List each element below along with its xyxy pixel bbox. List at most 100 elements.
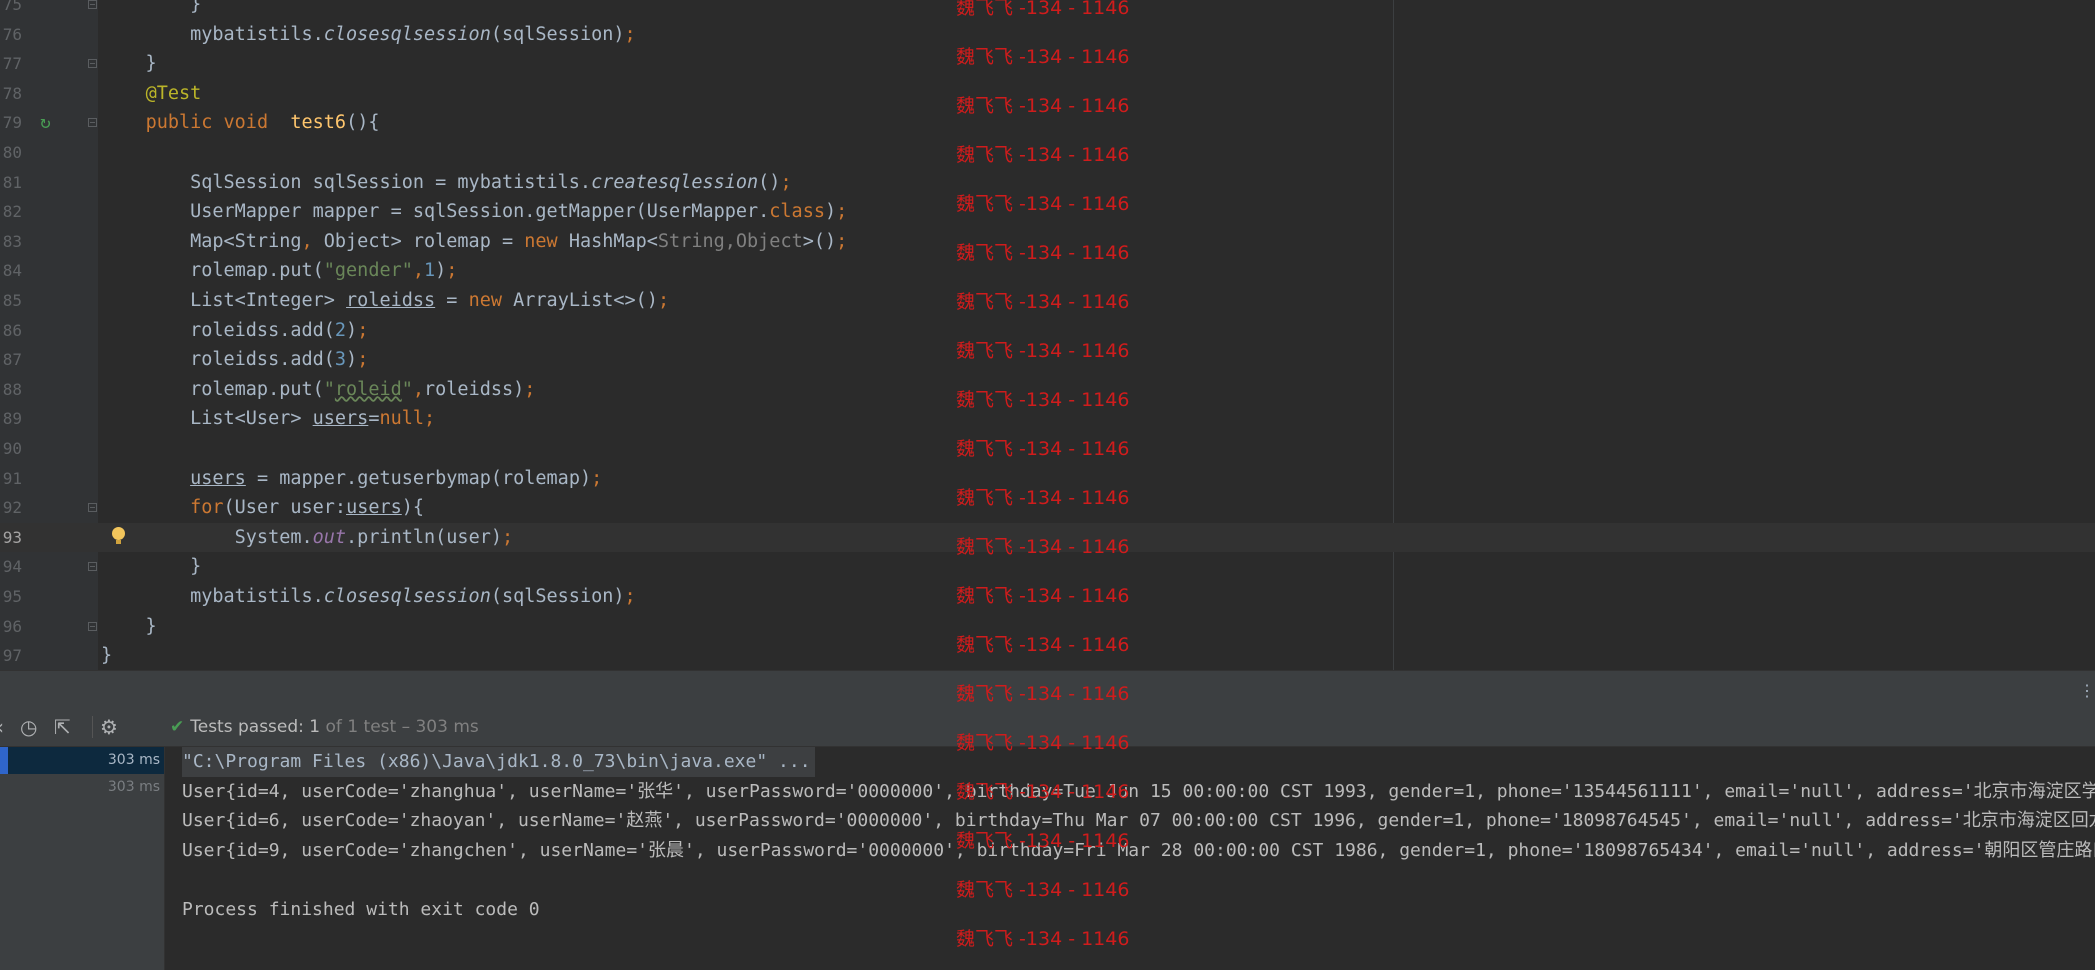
line-number[interactable]: 84 (0, 256, 22, 286)
code-text: mybatistils.closesqlsession(sqlSession); (101, 586, 636, 607)
status-suffix: of 1 test – 303 ms (320, 717, 479, 737)
code-text: } (101, 645, 113, 667)
console-command-line[interactable]: "C:\Program Files (x86)\Java\jdk1.8.0_73… (182, 747, 815, 777)
line-number[interactable]: 82 (0, 197, 22, 227)
code-text: public void test6(){ (145, 112, 380, 134)
line-number[interactable]: 89 (0, 404, 22, 434)
code-line[interactable]: 82 UserMapper mapper = sqlSession.getMap… (0, 197, 2095, 227)
line-number[interactable]: 90 (0, 434, 22, 464)
line-number[interactable]: 77 (0, 49, 22, 79)
console-output[interactable]: "C:\Program Files (x86)\Java\jdk1.8.0_73… (165, 747, 2095, 970)
code-text: } (101, 615, 157, 637)
panel-splitter[interactable]: ⋮ (0, 670, 2095, 709)
line-number[interactable]: 80 (0, 138, 22, 168)
fold-toggle-icon[interactable] (88, 503, 97, 513)
code-line[interactable]: 85 List<Integer> roleidss = new ArrayLis… (0, 286, 2095, 316)
code-text: users = mapper.getuserbymap(rolemap); (190, 467, 603, 489)
code-line[interactable]: 84 rolemap.put("gender",1); (0, 256, 2095, 286)
line-number[interactable]: 75 (0, 0, 22, 20)
test-duration: 303 ms (107, 779, 160, 795)
status-prefix: Tests passed: (190, 717, 304, 737)
line-number[interactable]: 78 (0, 79, 22, 109)
code-line[interactable]: 78 @Test (0, 79, 2095, 109)
line-number[interactable]: 96 (0, 612, 22, 642)
code-line[interactable]: 91 users = mapper.getuserbymap(rolemap); (0, 464, 2095, 494)
fold-toggle-icon[interactable] (88, 562, 97, 572)
line-number[interactable]: 79 (0, 108, 22, 138)
line-number[interactable]: 94 (0, 552, 22, 582)
test-tree-row[interactable]: 303 ms (0, 747, 164, 774)
code-line[interactable]: 88 rolemap.put("roleid",roleidss); (0, 375, 2095, 405)
line-number[interactable]: 88 (0, 375, 22, 405)
code-line[interactable]: 93 System.out.println(user); (0, 522, 2095, 553)
line-number[interactable]: 76 (0, 20, 22, 50)
line-number[interactable]: 86 (0, 316, 22, 346)
code-line[interactable]: 80 (0, 138, 2095, 168)
check-icon: ✔ (170, 717, 185, 737)
fold-toggle-icon[interactable] (88, 59, 97, 69)
run-toolbar: ‹ ◷ ⇱ ⚙ ✔Tests passed: 1 of 1 test – 303… (0, 708, 2095, 747)
code-line[interactable]: 90 (0, 434, 2095, 464)
selection-bar (0, 747, 8, 774)
code-text: for(User user:users){ (190, 497, 425, 519)
code-text: System.out.println(user); (101, 526, 514, 548)
code-text: List<Integer> roleidss = new ArrayList<>… (101, 290, 670, 311)
code-line[interactable]: 86 roleidss.add(2); (0, 316, 2095, 346)
code-text: } (101, 556, 202, 578)
console-line: User{id=4, userCode='zhanghua', userName… (182, 780, 2095, 802)
code-text: SqlSession sqlSession = mybatistils.crea… (101, 171, 792, 193)
code-text: rolemap.put("gender",1); (101, 260, 458, 282)
code-line[interactable]: 77 } (0, 49, 2095, 79)
code-line[interactable]: 76 mybatistils.closesqlsession(sqlSessio… (0, 20, 2095, 50)
code-line[interactable]: 83 Map<String, Object> rolemap = new Has… (0, 227, 2095, 257)
code-line[interactable]: 89 List<User> users=null; (0, 404, 2095, 434)
code-line[interactable]: 92 for(User user:users){ (0, 493, 2095, 523)
line-number[interactable]: 87 (0, 345, 22, 375)
gear-icon[interactable]: ⚙ (100, 716, 118, 738)
line-number[interactable]: 81 (0, 168, 22, 198)
code-line[interactable]: 97} (0, 641, 2095, 670)
code-text: } (101, 53, 157, 75)
history-clock-icon[interactable]: ◷ (20, 716, 37, 738)
line-number[interactable]: 83 (0, 227, 22, 257)
code-text: List<User> users=null; (101, 408, 436, 430)
line-number[interactable]: 97 (0, 641, 22, 670)
fold-toggle-icon[interactable] (88, 118, 97, 128)
line-number[interactable]: 95 (0, 582, 22, 612)
code-text: Map<String, Object> rolemap = new HashMa… (101, 230, 848, 252)
code-line[interactable]: 96 } (0, 612, 2095, 642)
console-line: Process finished with exit code 0 (182, 898, 540, 920)
collapse-chevron-icon[interactable]: ‹ (0, 716, 4, 738)
test-duration: 303 ms (107, 752, 160, 768)
toolbar-separator (92, 716, 93, 738)
code-line[interactable]: 79 ↻ public void test6(){ (0, 108, 2095, 138)
line-number[interactable]: 91 (0, 464, 22, 494)
code-text: rolemap.put("roleid",roleidss); (101, 378, 536, 400)
status-count: 1 (303, 717, 321, 737)
code-text: UserMapper mapper = sqlSession.getMapper… (101, 201, 848, 223)
line-number[interactable]: 93 (0, 523, 22, 553)
code-text: } (101, 0, 202, 15)
console-line: User{id=9, userCode='zhangchen', userNam… (182, 839, 2095, 861)
code-text: mybatistils.closesqlsession(sqlSession); (101, 23, 636, 45)
code-text: roleidss.add(2); (101, 319, 369, 341)
test-status: ✔ Tests passed: 1 of 1 test – 303 ms (170, 716, 479, 738)
export-arrow-icon[interactable]: ⇱ (54, 716, 71, 738)
console-line: User{id=6, userCode='zhaoyan', userName=… (182, 810, 2095, 831)
code-editor[interactable]: 75 } 76 mybatistils.closesqlsession(sqlSe… (0, 0, 2095, 670)
code-text: @Test (145, 82, 202, 104)
splitter-handle-icon[interactable]: ⋮ (2079, 681, 2095, 700)
fold-toggle-icon[interactable] (88, 0, 97, 9)
run-test-icon[interactable]: ↻ (40, 113, 51, 133)
test-tree[interactable]: 303 ms 303 ms (0, 747, 165, 970)
code-text: roleidss.add(3); (101, 349, 369, 371)
code-line[interactable]: 81 SqlSession sqlSession = mybatistils.c… (0, 168, 2095, 198)
test-tree-row[interactable]: 303 ms (0, 774, 164, 801)
code-line[interactable]: 75 } (0, 0, 2095, 20)
line-number[interactable]: 92 (0, 493, 22, 523)
fold-toggle-icon[interactable] (88, 621, 97, 631)
line-number[interactable]: 85 (0, 286, 22, 316)
code-line[interactable]: 94 } (0, 552, 2095, 582)
code-line[interactable]: 95 mybatistils.closesqlsession(sqlSessio… (0, 582, 2095, 612)
code-line[interactable]: 87 roleidss.add(3); (0, 345, 2095, 375)
